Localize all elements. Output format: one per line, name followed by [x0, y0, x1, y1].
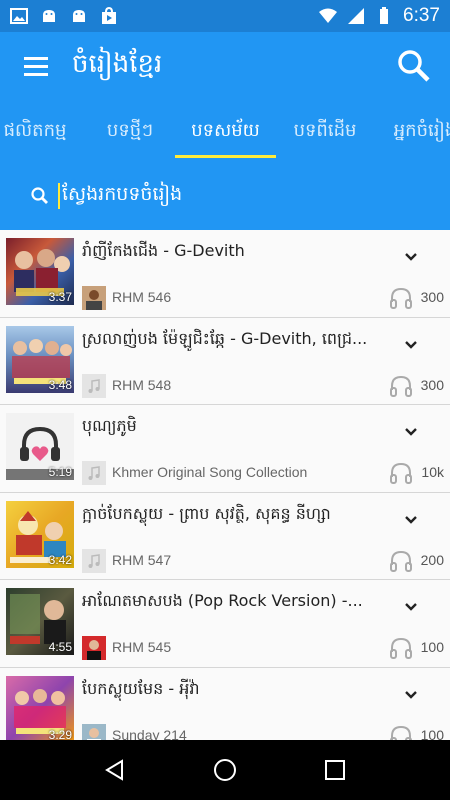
text-cursor: [58, 183, 60, 209]
list-item[interactable]: 3:48 ស្រលាញ់បង ម៉ែឡូជិះឆ្កែ - G-Devith, …: [0, 317, 450, 405]
signal-icon: [348, 8, 365, 24]
play-count: 100: [420, 639, 444, 655]
search-icon: [31, 187, 48, 204]
song-title: បែកស្លុយមែន - អុីវ៉ា: [82, 678, 200, 698]
play-count: 200: [420, 551, 444, 568]
music-note-icon: [82, 548, 106, 573]
headphones-icon: [390, 287, 412, 309]
play-count: 300: [420, 376, 444, 393]
avatar: [82, 636, 106, 660]
tab-new-songs[interactable]: បទថ្មីៗ: [85, 100, 175, 162]
avatar: [82, 286, 106, 310]
android-icon: [73, 10, 85, 22]
artist-name: Khmer Original Song Collection: [112, 464, 308, 480]
headphones-icon: [390, 637, 412, 659]
tab-modern-songs[interactable]: បទសម័យ: [175, 100, 276, 162]
play-count: 10k: [421, 464, 444, 480]
song-title: ក្អាច់បែកស្លុយ - ព្រាប សុវត្ថិ, សុគន្ធ ន…: [82, 503, 331, 523]
artist-name: RHM 548: [112, 376, 172, 393]
app-bar: ចំរៀងខ្មែរ: [0, 32, 450, 100]
chevron-down-icon[interactable]: [404, 425, 418, 439]
tab-singers[interactable]: អ្នកចំរៀង: [380, 100, 450, 162]
chevron-down-icon[interactable]: [404, 688, 418, 702]
back-icon[interactable]: [103, 758, 127, 782]
play-count: 100: [420, 726, 444, 741]
album-thumbnail: 3:48: [6, 325, 74, 393]
music-note-icon: [82, 373, 106, 398]
home-icon[interactable]: [213, 758, 237, 782]
list-item[interactable]: 4:55 អាណែតមាសបង (Pop Rock Version) -... …: [0, 580, 450, 668]
search-placeholder: ស្វែងរកបទចំរៀង: [62, 183, 183, 205]
list-item[interactable]: 3:29 បែកស្លុយមែន - អុីវ៉ា Sunday 214 100: [0, 667, 450, 741]
song-list[interactable]: 3:37 រាំញីកែងជើង - G-Devith RHM 546 300 …: [0, 230, 450, 740]
headphones-icon: [390, 725, 412, 740]
artist-name: Sunday 214: [112, 726, 187, 741]
system-nav-bar: [0, 740, 450, 800]
headphones-icon: [390, 462, 412, 484]
battery-icon: [380, 7, 389, 24]
song-title: រាំញីកែងជើង - G-Devith: [82, 241, 245, 260]
artist-name: RHM 545: [112, 639, 172, 655]
chevron-down-icon[interactable]: [404, 600, 418, 614]
album-thumbnail: 3:42: [6, 500, 74, 568]
tab-production[interactable]: ផលិតកម្ម: [0, 100, 80, 162]
gallery-icon: [10, 8, 28, 24]
artist-name: RHM 546: [112, 289, 172, 305]
album-thumbnail: 4:55: [6, 588, 74, 655]
album-thumbnail: 3:37: [6, 238, 74, 305]
status-bar: 6:37: [0, 0, 450, 32]
headphones-icon: [390, 550, 412, 572]
list-item[interactable]: 3:42 ក្អាច់បែកស្លុយ - ព្រាប សុវត្ថិ, សុគ…: [0, 492, 450, 580]
app-title: ចំរៀងខ្មែរ: [72, 49, 163, 79]
play-count: 300: [420, 289, 444, 305]
chevron-down-icon[interactable]: [404, 338, 418, 352]
album-thumbnail: 5:19: [6, 413, 74, 480]
chevron-down-icon[interactable]: [404, 250, 418, 264]
album-thumbnail: 3:29: [6, 675, 74, 740]
recents-icon[interactable]: [323, 758, 347, 782]
song-title: ស្រលាញ់បង ម៉ែឡូជិះឆ្កែ - G-Devith, ពេជ្រ…: [82, 328, 368, 348]
song-title: បុណ្យភូមិ: [82, 416, 137, 435]
song-title: អាណែតមាសបង (Pop Rock Version) -...: [82, 591, 363, 610]
chevron-down-icon[interactable]: [404, 513, 418, 527]
search-button[interactable]: [378, 32, 450, 100]
android-icon: [43, 10, 55, 22]
store-icon: [102, 7, 116, 24]
avatar: [82, 723, 106, 740]
tab-indicator: [175, 155, 276, 158]
clock: 6:37: [403, 5, 440, 26]
list-item[interactable]: 5:19 បុណ្យភូមិ Khmer Original Song Colle…: [0, 405, 450, 493]
search-icon: [398, 50, 430, 82]
artist-name: RHM 547: [112, 551, 172, 568]
headphones-icon: [390, 375, 412, 397]
tab-old-songs[interactable]: បទពីដើម: [280, 100, 370, 162]
music-note-icon: [82, 461, 106, 485]
tab-bar: ផលិតកម្ម បទថ្មីៗ បទសម័យ បទពីដើម អ្នកចំរៀ…: [0, 100, 450, 162]
search-field[interactable]: ស្វែងរកបទចំរៀង: [0, 162, 450, 230]
list-item[interactable]: 3:37 រាំញីកែងជើង - G-Devith RHM 546 300: [0, 230, 450, 318]
menu-icon[interactable]: [0, 32, 72, 100]
wifi-icon: [319, 8, 338, 23]
